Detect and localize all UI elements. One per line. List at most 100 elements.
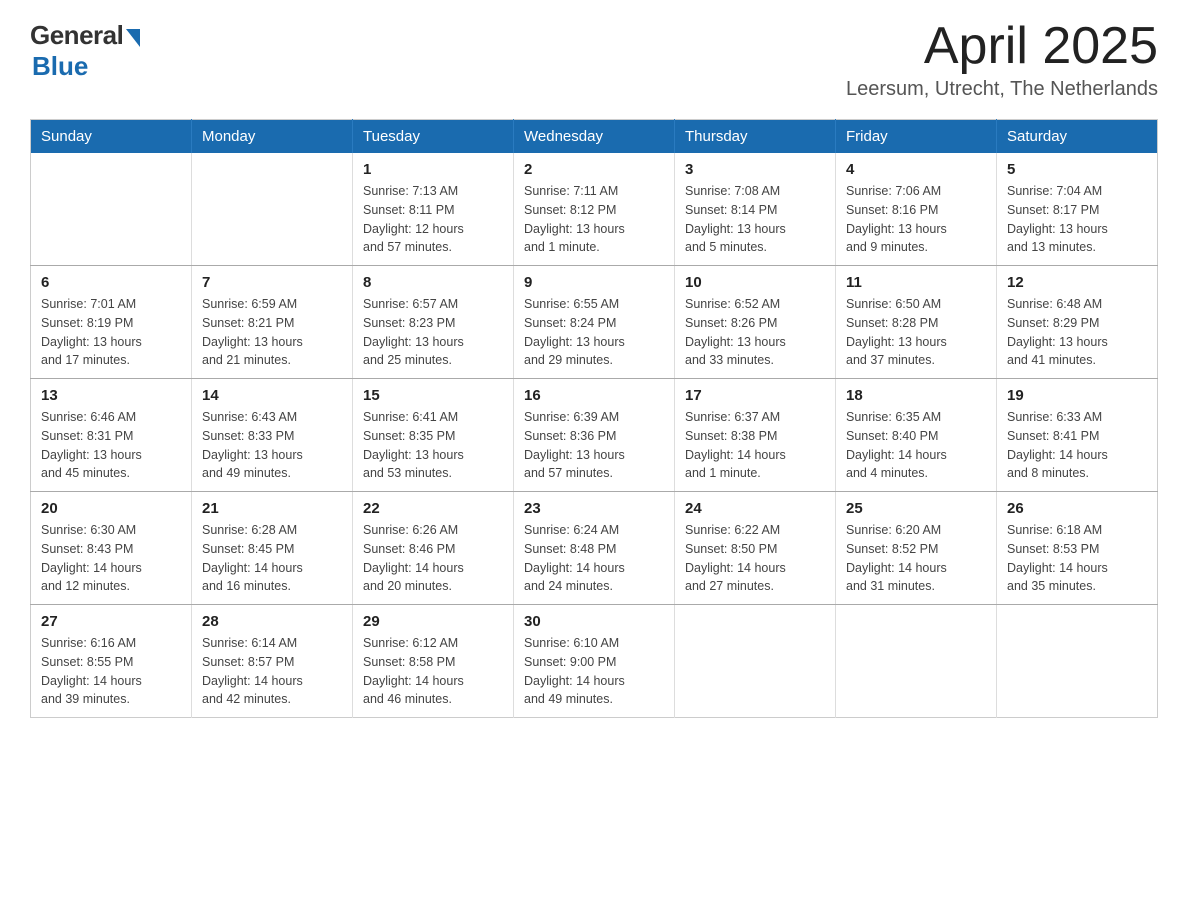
calendar-cell: 29Sunrise: 6:12 AMSunset: 8:58 PMDayligh…: [353, 605, 514, 718]
month-year-title: April 2025: [846, 20, 1158, 72]
day-info: Sunrise: 6:20 AMSunset: 8:52 PMDaylight:…: [846, 521, 986, 596]
day-number: 21: [202, 500, 342, 517]
calendar-day-header: Monday: [192, 120, 353, 154]
calendar-cell: 10 Sunrise: 6:52 AMSunset: 8:26 PMDayligh…: [675, 266, 836, 379]
calendar-cell: 8Sunrise: 6:57 AMSunset: 8:23 PMDaylight…: [353, 266, 514, 379]
day-info: Sunrise: 6:43 AMSunset: 8:33 PMDaylight:…: [202, 408, 342, 483]
day-number: 17: [685, 387, 825, 404]
page-header: General Blue April 2025 Leersum, Utrecht…: [30, 20, 1158, 101]
calendar-cell: 4 Sunrise: 7:06 AMSunset: 8:16 PMDaylight…: [836, 153, 997, 266]
day-number: 18: [846, 387, 986, 404]
calendar-cell: 6 Sunrise: 7:01 AMSunset: 8:19 PMDaylight…: [31, 266, 192, 379]
day-info: Sunrise: 6:39 AMSunset: 8:36 PMDaylight:…: [524, 408, 664, 483]
calendar-cell: 23 Sunrise: 6:24 AMSunset: 8:48 PMDayligh…: [514, 492, 675, 605]
calendar-cell: 3 Sunrise: 7:08 AMSunset: 8:14 PMDaylight…: [675, 153, 836, 266]
calendar-cell: [675, 605, 836, 718]
calendar-day-header: Thursday: [675, 120, 836, 154]
calendar-cell: [31, 153, 192, 266]
calendar-day-header: Sunday: [31, 120, 192, 154]
logo-general-text: General: [30, 20, 123, 51]
day-info: Sunrise: 6:35 AMSunset: 8:40 PMDaylight:…: [846, 408, 986, 483]
day-number: 15: [363, 387, 503, 404]
logo: General Blue: [30, 20, 140, 82]
day-number: 13: [41, 387, 181, 404]
logo-blue-text: Blue: [32, 51, 88, 82]
calendar-cell: [836, 605, 997, 718]
calendar-cell: 21 Sunrise: 6:28 AMSunset: 8:45 PMDayligh…: [192, 492, 353, 605]
calendar-cell: 13Sunrise: 6:46 AMSunset: 8:31 PMDayligh…: [31, 379, 192, 492]
calendar-cell: 16 Sunrise: 6:39 AMSunset: 8:36 PMDayligh…: [514, 379, 675, 492]
calendar-cell: 11 Sunrise: 6:50 AMSunset: 8:28 PMDayligh…: [836, 266, 997, 379]
day-info: Sunrise: 6:52 AMSunset: 8:26 PMDaylight:…: [685, 295, 825, 370]
calendar-day-header: Wednesday: [514, 120, 675, 154]
day-info: Sunrise: 6:22 AMSunset: 8:50 PMDaylight:…: [685, 521, 825, 596]
day-number: 3: [685, 161, 825, 178]
day-number: 12: [1007, 274, 1147, 291]
day-info: Sunrise: 6:33 AMSunset: 8:41 PMDaylight:…: [1007, 408, 1147, 483]
day-number: 30: [524, 613, 664, 630]
calendar-cell: 25 Sunrise: 6:20 AMSunset: 8:52 PMDayligh…: [836, 492, 997, 605]
day-number: 2: [524, 161, 664, 178]
day-info: Sunrise: 7:01 AMSunset: 8:19 PMDaylight:…: [41, 295, 181, 370]
calendar-week-row: 20Sunrise: 6:30 AMSunset: 8:43 PMDayligh…: [31, 492, 1158, 605]
calendar-cell: 18 Sunrise: 6:35 AMSunset: 8:40 PMDayligh…: [836, 379, 997, 492]
day-info: Sunrise: 6:59 AMSunset: 8:21 PMDaylight:…: [202, 295, 342, 370]
day-info: Sunrise: 6:28 AMSunset: 8:45 PMDaylight:…: [202, 521, 342, 596]
calendar-cell: 20Sunrise: 6:30 AMSunset: 8:43 PMDayligh…: [31, 492, 192, 605]
day-number: 23: [524, 500, 664, 517]
day-number: 4: [846, 161, 986, 178]
calendar-week-row: 13Sunrise: 6:46 AMSunset: 8:31 PMDayligh…: [31, 379, 1158, 492]
day-info: Sunrise: 6:41 AMSunset: 8:35 PMDaylight:…: [363, 408, 503, 483]
day-number: 19: [1007, 387, 1147, 404]
calendar-cell: 19 Sunrise: 6:33 AMSunset: 8:41 PMDayligh…: [997, 379, 1158, 492]
calendar-cell: 9Sunrise: 6:55 AMSunset: 8:24 PMDaylight…: [514, 266, 675, 379]
calendar-day-header: Tuesday: [353, 120, 514, 154]
day-number: 24: [685, 500, 825, 517]
calendar-day-header: Friday: [836, 120, 997, 154]
calendar-day-header: Saturday: [997, 120, 1158, 154]
logo-arrow-icon: [126, 29, 140, 47]
day-number: 28: [202, 613, 342, 630]
day-info: Sunrise: 6:24 AMSunset: 8:48 PMDaylight:…: [524, 521, 664, 596]
calendar-cell: [997, 605, 1158, 718]
day-number: 10: [685, 274, 825, 291]
day-number: 1: [363, 161, 503, 178]
calendar-cell: 7Sunrise: 6:59 AMSunset: 8:21 PMDaylight…: [192, 266, 353, 379]
day-info: Sunrise: 6:12 AMSunset: 8:58 PMDaylight:…: [363, 634, 503, 709]
calendar-cell: 24 Sunrise: 6:22 AMSunset: 8:50 PMDayligh…: [675, 492, 836, 605]
location-subtitle: Leersum, Utrecht, The Netherlands: [846, 78, 1158, 101]
calendar-cell: 28 Sunrise: 6:14 AMSunset: 8:57 PMDayligh…: [192, 605, 353, 718]
day-number: 16: [524, 387, 664, 404]
day-number: 14: [202, 387, 342, 404]
calendar-week-row: 27 Sunrise: 6:16 AMSunset: 8:55 PMDayligh…: [31, 605, 1158, 718]
calendar-cell: 14 Sunrise: 6:43 AMSunset: 8:33 PMDayligh…: [192, 379, 353, 492]
calendar-cell: 26 Sunrise: 6:18 AMSunset: 8:53 PMDayligh…: [997, 492, 1158, 605]
calendar-cell: 30Sunrise: 6:10 AMSunset: 9:00 PMDayligh…: [514, 605, 675, 718]
day-number: 27: [41, 613, 181, 630]
day-number: 22: [363, 500, 503, 517]
day-info: Sunrise: 7:04 AMSunset: 8:17 PMDaylight:…: [1007, 182, 1147, 257]
calendar-cell: 1Sunrise: 7:13 AMSunset: 8:11 PMDaylight…: [353, 153, 514, 266]
day-info: Sunrise: 7:08 AMSunset: 8:14 PMDaylight:…: [685, 182, 825, 257]
calendar-cell: 27 Sunrise: 6:16 AMSunset: 8:55 PMDayligh…: [31, 605, 192, 718]
day-number: 11: [846, 274, 986, 291]
day-number: 9: [524, 274, 664, 291]
day-number: 26: [1007, 500, 1147, 517]
calendar-cell: 15 Sunrise: 6:41 AMSunset: 8:35 PMDayligh…: [353, 379, 514, 492]
calendar-cell: 5 Sunrise: 7:04 AMSunset: 8:17 PMDaylight…: [997, 153, 1158, 266]
calendar-cell: 22Sunrise: 6:26 AMSunset: 8:46 PMDayligh…: [353, 492, 514, 605]
calendar-header-row: SundayMondayTuesdayWednesdayThursdayFrid…: [31, 120, 1158, 154]
day-number: 6: [41, 274, 181, 291]
day-number: 25: [846, 500, 986, 517]
day-info: Sunrise: 6:30 AMSunset: 8:43 PMDaylight:…: [41, 521, 181, 596]
day-info: Sunrise: 6:14 AMSunset: 8:57 PMDaylight:…: [202, 634, 342, 709]
calendar-cell: 2Sunrise: 7:11 AMSunset: 8:12 PMDaylight…: [514, 153, 675, 266]
day-info: Sunrise: 7:06 AMSunset: 8:16 PMDaylight:…: [846, 182, 986, 257]
title-area: April 2025 Leersum, Utrecht, The Netherl…: [846, 20, 1158, 101]
day-info: Sunrise: 6:18 AMSunset: 8:53 PMDaylight:…: [1007, 521, 1147, 596]
day-number: 5: [1007, 161, 1147, 178]
day-info: Sunrise: 6:50 AMSunset: 8:28 PMDaylight:…: [846, 295, 986, 370]
day-info: Sunrise: 6:37 AMSunset: 8:38 PMDaylight:…: [685, 408, 825, 483]
day-info: Sunrise: 6:16 AMSunset: 8:55 PMDaylight:…: [41, 634, 181, 709]
calendar-cell: 12Sunrise: 6:48 AMSunset: 8:29 PMDayligh…: [997, 266, 1158, 379]
